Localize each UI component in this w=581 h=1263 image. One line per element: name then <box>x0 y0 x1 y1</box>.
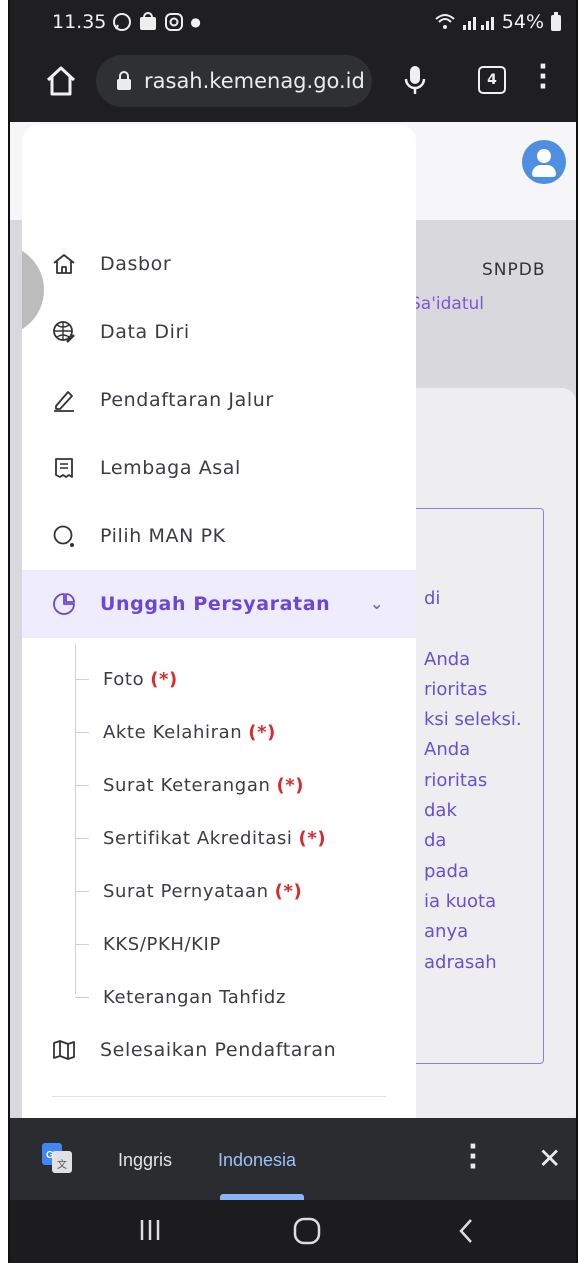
navigation-drawer: Dasbor Data Diri Pendaftaran Jalur Lemba… <box>22 124 416 1118</box>
required-marker: (*) <box>276 774 305 796</box>
menu-item-unggah-persyaratan[interactable]: Unggah Persyaratan ⌄ <box>22 570 416 638</box>
lock-icon <box>117 71 131 90</box>
receipt-icon <box>55 458 73 478</box>
submenu-item-akte-kelahiran[interactable]: Akte Kelahiran (*) <box>75 707 405 757</box>
tab-switcher-button[interactable]: 4 <box>478 66 506 94</box>
svg-text:G: G <box>46 1150 54 1161</box>
phone-frame: 11.35 ● 54% rasah.kemenag.go.id 4 · · · SN… <box>8 0 578 1263</box>
status-bar: 11.35 ● 54% <box>10 0 576 44</box>
submenu-item-foto[interactable]: Foto (*) <box>75 654 405 704</box>
info-text: di Anda rioritas ksi seleksi. Anda riori… <box>424 588 522 973</box>
required-marker: (*) <box>274 880 303 902</box>
google-translate-icon: G文 <box>42 1143 72 1173</box>
globe-edit-icon <box>53 321 75 343</box>
browser-toolbar: rasah.kemenag.go.id 4 · · · <box>10 44 576 122</box>
search-circle-icon <box>53 525 74 547</box>
notification-dot-icon: ● <box>190 15 201 29</box>
submenu-item-keterangan-tahfidz[interactable]: Keterangan Tahfidz <box>75 972 405 1022</box>
battery-level: 54% <box>501 11 544 33</box>
target-language-tab[interactable]: Indonesia <box>218 1150 296 1171</box>
signal-icon <box>462 17 494 30</box>
battery-icon <box>551 12 561 31</box>
browser-menu-icon[interactable]: · · · <box>538 54 548 100</box>
shopping-icon <box>140 12 157 30</box>
system-nav-bar <box>10 1200 576 1263</box>
back-button[interactable] <box>456 1216 476 1246</box>
menu-item-pendaftaran-jalur[interactable]: Pendaftaran Jalur <box>22 366 416 434</box>
microphone-icon[interactable] <box>404 64 426 100</box>
source-language-tab[interactable]: Inggris <box>118 1150 172 1171</box>
menu-item-pilih-man-pk[interactable]: Pilih MAN PK <box>22 502 416 570</box>
upload-cube-icon <box>53 593 75 615</box>
translate-menu-icon[interactable]: · · · <box>468 1134 478 1180</box>
user-avatar-icon[interactable] <box>522 140 566 184</box>
clock: 11.35 <box>52 11 107 33</box>
menu-item-lembaga-asal[interactable]: Lembaga Asal <box>22 434 416 502</box>
home-icon <box>53 254 75 274</box>
home-button[interactable] <box>44 64 78 98</box>
menu-item-data-diri[interactable]: Data Diri <box>22 298 416 366</box>
instagram-icon <box>165 13 184 31</box>
drawer-divider <box>52 1096 386 1097</box>
submenu-item-surat-keterangan[interactable]: Surat Keterangan (*) <box>75 760 405 810</box>
required-marker: (*) <box>248 721 276 743</box>
required-marker: (*) <box>150 668 178 690</box>
submenu-item-sertifikat-akreditasi[interactable]: Sertifikat Akreditasi (*) <box>75 813 405 863</box>
chevron-down-icon: ⌄ <box>370 594 385 613</box>
whatsapp-icon <box>113 13 132 31</box>
required-marker: (*) <box>298 827 327 849</box>
recent-apps-button[interactable] <box>138 1216 162 1244</box>
submenu-item-kks-pkh-kip[interactable]: KKS/PKH/KIP <box>75 919 405 969</box>
menu-item-selesaikan-pendaftaran[interactable]: Selesaikan Pendaftaran <box>22 1016 416 1084</box>
home-nav-button[interactable] <box>292 1216 322 1246</box>
user-name: Sa'idatul <box>410 294 484 314</box>
wifi-icon <box>435 14 455 29</box>
map-icon <box>53 1040 75 1060</box>
svg-text:文: 文 <box>57 1158 67 1171</box>
close-icon[interactable]: ✕ <box>538 1142 561 1175</box>
submenu-item-surat-pernyataan[interactable]: Surat Pernyataan (*) <box>75 866 405 916</box>
menu-item-dasbor[interactable]: Dasbor <box>22 230 416 298</box>
page-header-label: SNPDB <box>482 260 546 280</box>
url-text: rasah.kemenag.go.id <box>144 69 365 93</box>
address-bar[interactable]: rasah.kemenag.go.id <box>96 55 372 107</box>
pencil-icon <box>54 391 74 412</box>
translate-bar: G文 Inggris Indonesia · · · ✕ <box>10 1118 576 1200</box>
